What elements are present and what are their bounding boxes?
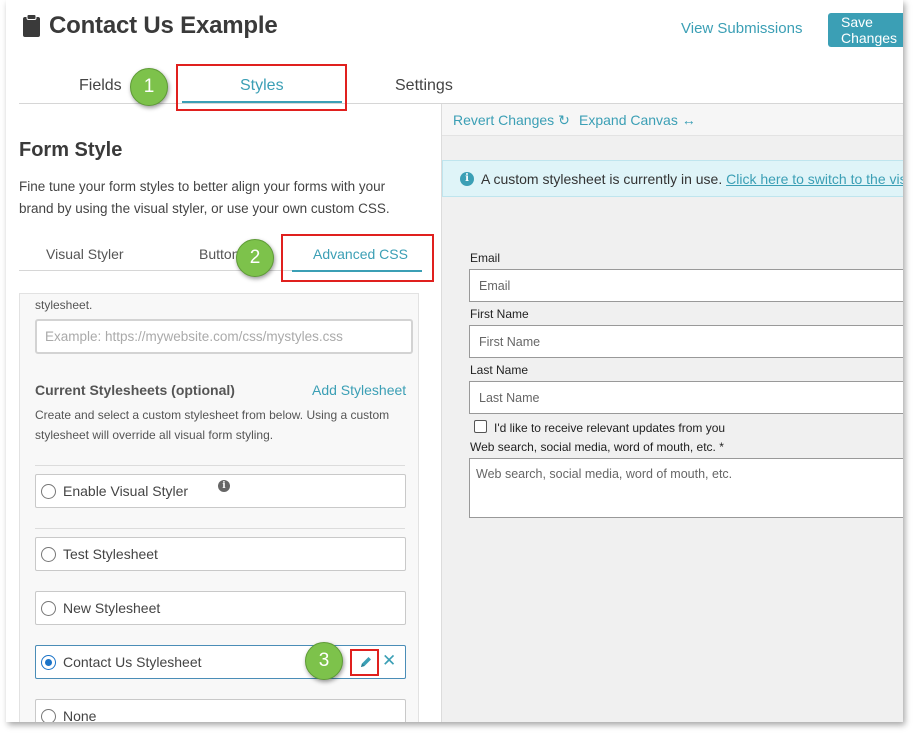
close-icon[interactable]: ✕ [382,651,396,671]
form-style-description: Fine tune your form styles to better ali… [19,179,390,216]
option-label: None [63,708,97,722]
switch-visual-styler-link[interactable]: Click here to switch to the visual style… [726,171,903,187]
first-name-field[interactable] [469,325,903,358]
email-field[interactable] [469,269,903,302]
add-stylesheet-link[interactable]: Add Stylesheet [312,382,406,398]
custom-stylesheet-notice: i A custom stylesheet is currently in us… [442,160,903,197]
radio-button[interactable] [41,709,56,722]
radio-button[interactable] [41,601,56,616]
clipboard-icon [23,14,40,37]
arrows-horizontal-icon: ↔ [681,112,696,128]
option-label: Enable Visual Styler [63,483,189,499]
updates-checkbox[interactable] [474,420,487,433]
divider [35,465,405,466]
option-label: New Stylesheet [63,600,161,616]
info-icon: i [460,172,474,186]
updates-checkbox-label: I'd like to receive relevant updates fro… [494,421,726,435]
current-stylesheets-heading: Current Stylesheets (optional) [35,382,235,398]
source-textarea[interactable] [469,458,903,518]
subtab-button[interactable]: Button [199,246,239,262]
helper-text-tail: stylesheet. [35,298,93,312]
expand-canvas-link[interactable]: Expand Canvas ↔ [579,112,696,128]
email-label: Email [470,251,501,265]
revert-changes-link[interactable]: Revert Changes ↻ [453,112,570,129]
divider [35,528,405,529]
radio-button[interactable] [41,484,56,499]
option-none[interactable]: None [35,699,406,722]
save-changes-button[interactable]: Save Changes [828,13,903,47]
callout-1: 1 [130,68,168,106]
callout-2: 2 [236,239,274,277]
subtab-visual-styler[interactable]: Visual Styler [46,246,124,262]
notice-text: A custom stylesheet is currently in use. [481,171,723,187]
form-style-heading: Form Style [19,139,123,161]
source-label: Web search, social media, word of mouth,… [470,440,724,454]
expand-label: Expand Canvas [579,112,678,128]
highlight-box-styles [176,64,347,111]
radio-button[interactable] [41,547,56,562]
option-test-stylesheet[interactable]: Test Stylesheet [35,537,406,571]
option-new-stylesheet[interactable]: New Stylesheet [35,591,406,625]
info-icon[interactable]: i [218,480,230,492]
option-label: Contact Us Stylesheet [63,654,202,670]
app-window: Contact Us Example View Submissions Save… [6,0,903,722]
last-name-label: Last Name [470,363,529,377]
refresh-icon: ↻ [558,112,570,128]
highlight-box-edit [350,649,379,676]
revert-label: Revert Changes [453,112,555,128]
radio-button-selected[interactable] [41,655,56,670]
page-title: Contact Us Example [49,12,278,39]
tab-fields[interactable]: Fields [79,77,122,95]
stylesheet-url-input[interactable] [35,319,413,354]
last-name-field[interactable] [469,381,903,414]
highlight-box-advanced-css [281,234,434,282]
option-enable-visual-styler[interactable]: Enable Visual Styler i [35,474,406,508]
notice-message: A custom stylesheet is currently in use.… [481,171,903,187]
tab-settings[interactable]: Settings [395,77,453,95]
option-label: Test Stylesheet [63,546,158,562]
first-name-label: First Name [470,307,529,321]
view-submissions-link[interactable]: View Submissions [681,20,802,37]
current-stylesheets-description: Create and select a custom stylesheet fr… [35,408,390,442]
callout-3: 3 [305,642,343,680]
